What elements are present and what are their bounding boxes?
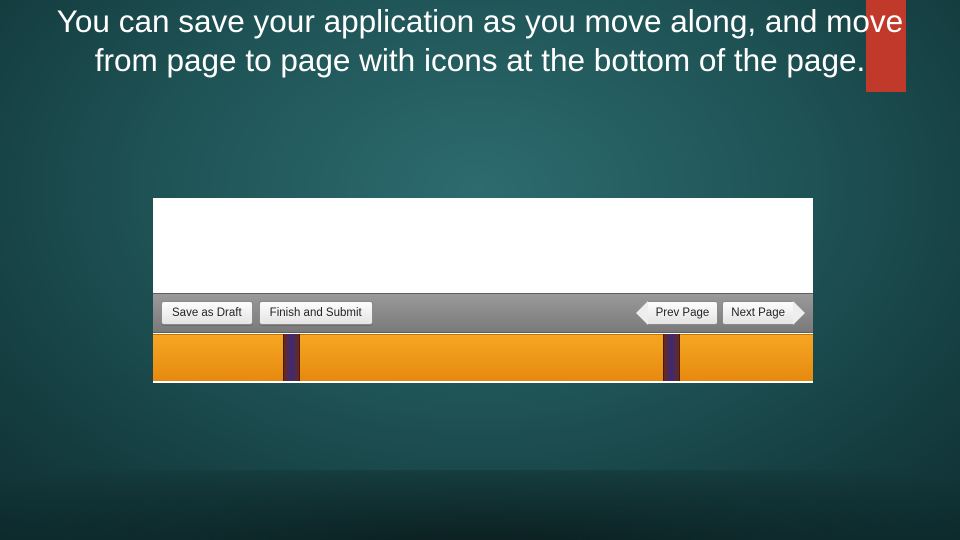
next-page-button[interactable]: Next Page [718, 301, 805, 325]
form-blank-area [153, 198, 813, 293]
prev-page-button[interactable]: Prev Page [636, 301, 719, 325]
slide-vignette [0, 470, 960, 540]
decorative-orange-strip [153, 334, 813, 381]
prev-page-label: Prev Page [648, 301, 719, 325]
decorative-ribbon [663, 334, 680, 381]
chevron-left-icon [636, 301, 648, 325]
page-nav-toolbar: Save as Draft Finish and Submit Prev Pag… [153, 293, 813, 333]
headline-text: You can save your application as you mov… [0, 2, 960, 81]
embedded-screenshot-panel: Save as Draft Finish and Submit Prev Pag… [153, 198, 813, 383]
chevron-right-icon [793, 301, 805, 325]
save-as-draft-button[interactable]: Save as Draft [161, 301, 253, 325]
decorative-ribbon [283, 334, 300, 381]
next-page-label: Next Page [722, 301, 793, 325]
finish-and-submit-button[interactable]: Finish and Submit [259, 301, 373, 325]
